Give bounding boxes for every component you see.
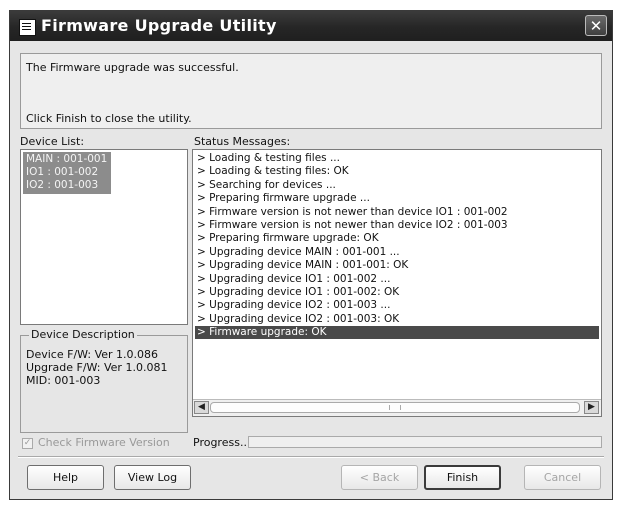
status-line: > Loading & testing files ... (197, 152, 340, 164)
finish-instruction: Click Finish to close the utility. (26, 112, 192, 125)
help-button[interactable]: Help (27, 465, 104, 490)
device-list-label: Device List: (20, 135, 85, 148)
device-description-group: Device Description Device F/W: Ver 1.0.0… (20, 328, 188, 433)
status-line: > Searching for devices ... (197, 178, 336, 191)
view-log-button[interactable]: View Log (114, 465, 191, 490)
status-line: > Firmware version is not newer than dev… (197, 205, 508, 218)
status-line: > Upgrading device IO2 : 001-003: OK (197, 312, 400, 325)
device-list[interactable]: MAIN : 001-001 IO1 : 001-002 IO2 : 001-0… (20, 149, 188, 325)
status-line: > Upgrading device IO1 : 001-002: OK (197, 286, 400, 298)
horizontal-scrollbar[interactable]: ◀ ▶ (193, 399, 601, 416)
status-line: > Upgrading device MAIN : 001-001 ... (197, 245, 400, 258)
firmware-app-icon (19, 19, 36, 36)
progress-bar (248, 436, 602, 448)
progress-label: Progress... (193, 436, 251, 449)
result-message-box: The Firmware upgrade was successful. Cli… (20, 53, 602, 129)
finish-button[interactable]: Finish (424, 465, 501, 490)
status-line: > Upgrading device MAIN : 001-001: OK (197, 259, 409, 272)
status-line: > Preparing firmware upgrade: OK (197, 232, 379, 245)
status-messages-list[interactable]: > Loading & testing files ... > Loading &… (192, 149, 602, 417)
status-line: > Firmware version is not newer than dev… (197, 219, 508, 231)
success-message: The Firmware upgrade was successful. (26, 61, 239, 74)
scroll-right-arrow-icon[interactable]: ▶ (584, 401, 599, 414)
status-messages-label: Status Messages: (194, 135, 291, 148)
device-item-io1[interactable]: IO1 : 001-002 (26, 166, 98, 178)
scroll-grip-icon (389, 405, 401, 410)
mid-value: MID: 001-003 (26, 374, 101, 387)
check-firmware-checkbox[interactable]: ✓ (22, 438, 33, 449)
status-line: > Preparing firmware upgrade ... (197, 192, 370, 205)
window-title: Firmware Upgrade Utility (41, 16, 277, 35)
status-line: > Loading & testing files: OK (197, 165, 349, 178)
status-line: > Upgrading device IO1 : 001-002 ... (197, 272, 391, 285)
cancel-button[interactable]: Cancel (524, 465, 601, 490)
status-line: > Upgrading device IO2 : 001-003 ... (197, 299, 391, 312)
button-separator (18, 456, 604, 458)
status-line: > Firmware upgrade: OK (195, 326, 599, 340)
device-item-main[interactable]: MAIN : 001-001 (26, 153, 107, 165)
scroll-thumb[interactable] (210, 402, 580, 413)
title-bar[interactable]: Firmware Upgrade Utility ✕ (10, 11, 612, 41)
device-fw-version: Device F/W: Ver 1.0.086 (26, 348, 159, 361)
back-button[interactable]: < Back (341, 465, 418, 490)
scroll-left-arrow-icon[interactable]: ◀ (194, 401, 209, 414)
close-icon[interactable]: ✕ (585, 15, 607, 36)
check-firmware-label: Check Firmware Version (38, 436, 170, 449)
firmware-upgrade-window: Firmware Upgrade Utility ✕ The Firmware … (9, 10, 613, 500)
upgrade-fw-version: Upgrade F/W: Ver 1.0.081 (26, 361, 168, 374)
device-description-title: Device Description (29, 328, 137, 341)
device-item-io2[interactable]: IO2 : 001-003 (26, 179, 98, 191)
